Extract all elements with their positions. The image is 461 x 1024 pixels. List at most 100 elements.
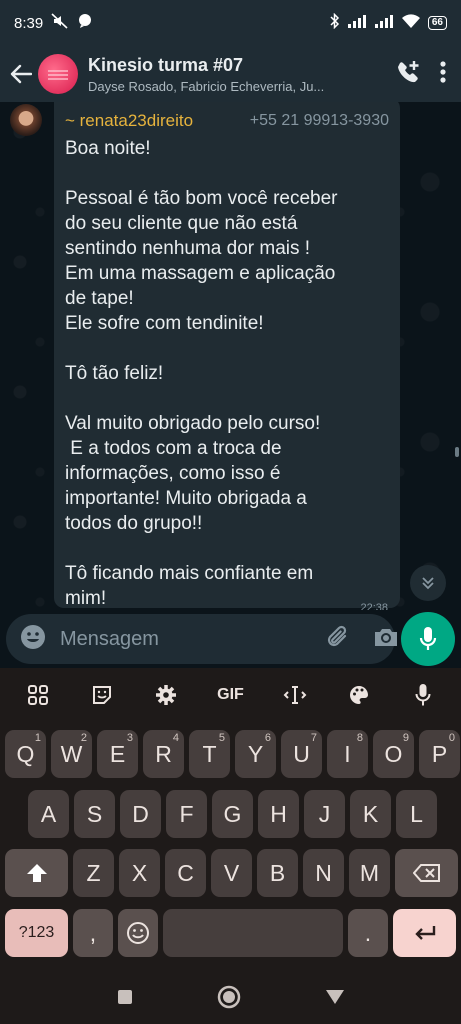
key-hint: 4 [172,732,179,744]
sender-avatar[interactable] [10,104,42,136]
key-z[interactable]: Z [73,849,114,897]
gif-button[interactable]: GIF [210,675,250,715]
keyboard-row-4: ?123 , . [0,909,461,957]
key-m[interactable]: M [349,849,390,897]
key-u[interactable]: U7 [281,730,322,778]
message-input[interactable] [60,627,325,651]
message-time: 22:38 [360,602,388,610]
key-f[interactable]: F [166,790,207,838]
key-i[interactable]: I8 [327,730,368,778]
sender-name[interactable]: ~ renata23direito [65,111,193,131]
backspace-key[interactable] [395,849,458,897]
recents-button[interactable] [117,989,133,1010]
scroll-indicator[interactable] [455,447,459,457]
triangle-down-icon [325,989,344,1004]
add-call-button[interactable] [395,59,421,90]
emoji-key[interactable] [118,909,158,957]
backspace-icon [412,864,440,882]
shift-key[interactable] [5,849,68,897]
message-line: todos do grupo!! [65,513,203,534]
key-h[interactable]: H [258,790,299,838]
key-label: E [109,740,126,767]
key-label: P [431,740,448,767]
scroll-to-bottom-button[interactable] [410,565,446,601]
status-time: 8:39 [14,14,44,32]
message-line: Tô tão feliz! [65,363,164,384]
space-bar[interactable] [163,909,343,957]
key-d[interactable]: D [120,790,161,838]
theme-button[interactable] [339,675,379,715]
text-cursor-button[interactable] [275,675,315,715]
key-x[interactable]: X [119,849,160,897]
group-title: Kinesio turma #07 [88,54,244,75]
symbols-key[interactable]: ?123 [5,909,68,957]
battery-indicator: 66 [427,16,447,30]
key-j[interactable]: J [304,790,345,838]
key-hint: 7 [310,732,317,744]
key-hint: 9 [402,732,409,744]
key-hint: 1 [34,732,41,744]
key-o[interactable]: O9 [373,730,414,778]
key-k[interactable]: K [350,790,391,838]
key-label: B [269,859,286,886]
voice-typing-button[interactable] [403,675,443,715]
emoji-button[interactable] [20,624,46,655]
chat-messages[interactable]: ~ renata23direito +55 21 99913-3930 Boa … [0,102,461,610]
message-text: Boa noite! Pessoal é tão bom você receber… [65,136,389,610]
key-t[interactable]: T5 [189,730,230,778]
apps-grid-button[interactable] [18,675,58,715]
message-input-container [6,614,397,664]
key-r[interactable]: R4 [143,730,184,778]
key-label: D [132,800,149,827]
comma-key[interactable]: , [73,909,113,957]
phone-plus-icon [398,60,419,82]
key-c[interactable]: C [165,849,206,897]
back-button[interactable] [8,61,34,87]
key-v[interactable]: V [211,849,252,897]
status-bar: 8:39 66 [0,0,461,46]
key-w[interactable]: W2 [51,730,92,778]
key-label: Z [86,859,101,886]
message-line: Pessoal é tão bom você receber [65,188,338,209]
message-bubble[interactable]: ~ renata23direito +55 21 99913-3930 Boa … [54,102,400,610]
home-button[interactable] [217,985,241,1014]
key-y[interactable]: Y6 [235,730,276,778]
message-line: Em uma massagem e aplicação [65,263,336,284]
key-label: H [270,800,287,827]
keyboard-toolbar: GIF [0,668,461,722]
voice-message-button[interactable] [401,612,455,666]
key-label: X [131,859,148,886]
key-p[interactable]: P0 [419,730,460,778]
group-info[interactable]: Kinesio turma #07 Dayse Rosado, Fabricio… [88,55,395,94]
more-options-button[interactable] [439,60,447,89]
key-b[interactable]: B [257,849,298,897]
key-a[interactable]: A [28,790,69,838]
chat-header: Kinesio turma #07 Dayse Rosado, Fabricio… [0,46,461,102]
key-n[interactable]: N [303,849,344,897]
camera-button[interactable] [373,626,399,653]
message-line: mim! [65,588,107,609]
key-s[interactable]: S [74,790,115,838]
key-label: Q [16,740,35,767]
sticker-button[interactable] [82,675,122,715]
attach-button[interactable] [325,624,351,655]
message-line: Tô ficando mais confiante em [65,563,314,584]
settings-button[interactable] [146,675,186,715]
key-g[interactable]: G [212,790,253,838]
key-l[interactable]: L [396,790,437,838]
sender-phone: +55 21 99913-3930 [249,112,389,129]
enter-key[interactable] [393,909,456,957]
key-label: F [179,800,194,827]
signal-icon-2 [374,14,394,32]
period-key[interactable]: . [348,909,388,957]
key-hint: 0 [448,732,455,744]
key-label: O [384,740,403,767]
emoji-icon [127,922,149,944]
key-label: L [410,800,423,827]
key-q[interactable]: Q1 [5,730,46,778]
key-e[interactable]: E3 [97,730,138,778]
key-label: M [359,859,380,886]
group-avatar[interactable] [38,54,78,94]
back-nav-button[interactable] [325,988,345,1011]
message-line: Boa noite! [65,138,151,159]
